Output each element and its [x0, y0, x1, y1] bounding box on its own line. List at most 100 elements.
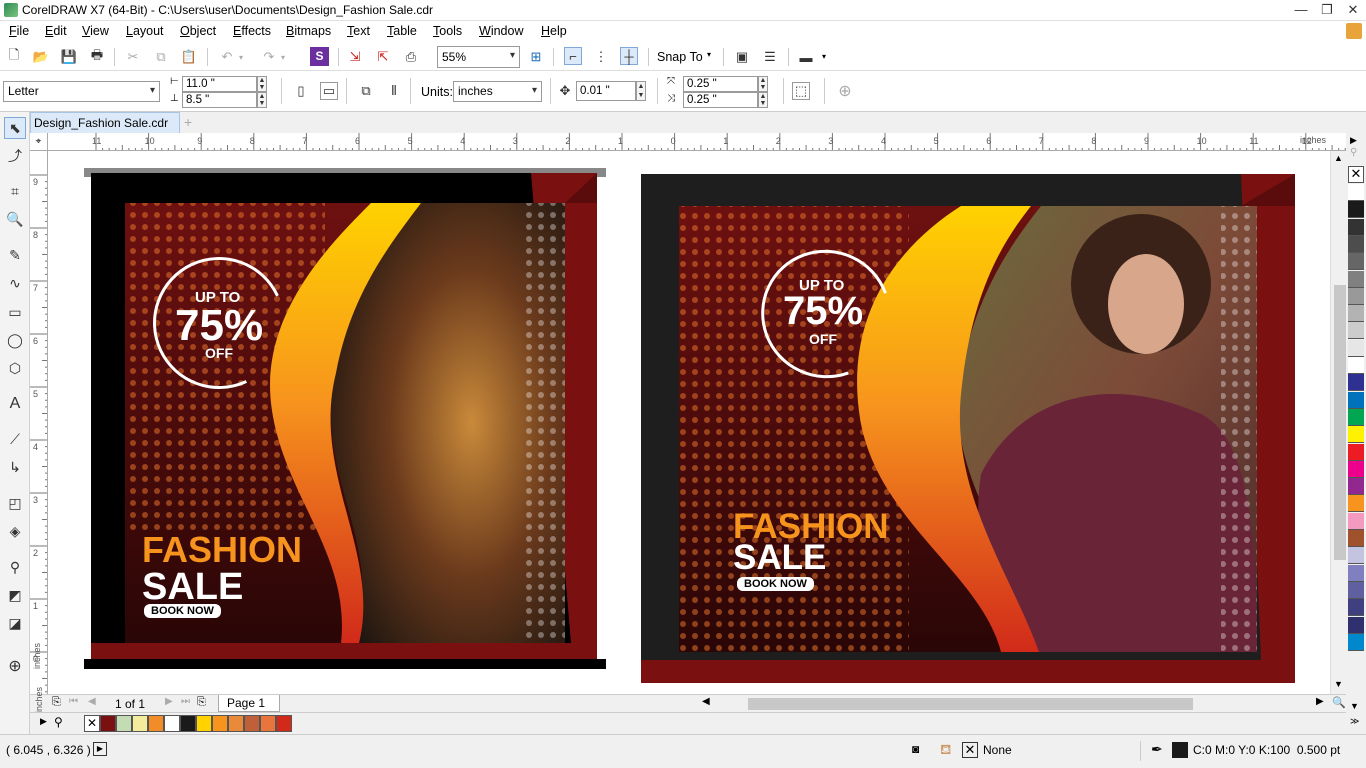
rectangle-tool-icon[interactable]: ▭ — [4, 301, 26, 323]
horizontal-ruler[interactable]: 11 10 9 8 7 6 5 4 3 2 1 0 1 2 3 4 5 6 7 8 9 10 11 12 inches — [30, 133, 1346, 151]
document-color-swatch[interactable] — [164, 715, 180, 732]
page-height-input[interactable]: 8.5 " — [182, 92, 257, 108]
scroll-left-icon[interactable]: ◀ — [702, 696, 710, 707]
palette-scroll-down-icon[interactable]: ▼ — [1350, 701, 1359, 711]
redo-dropdown-icon[interactable]: ▾ — [278, 48, 288, 66]
color-swatch[interactable] — [1348, 408, 1364, 426]
menu-edit[interactable]: Edit — [45, 24, 67, 38]
color-swatch[interactable] — [1348, 184, 1364, 201]
fashion-sale-design-landscape[interactable]: UP TO 75% OFF FASHION SALE BOOK NOW — [641, 174, 1295, 683]
outline-pen-icon[interactable]: ✒ — [1151, 741, 1163, 758]
transparency-tool-icon[interactable]: ◈ — [4, 520, 26, 542]
spin-buttons[interactable]: ▲ ▼ — [257, 76, 267, 92]
connector-tool-icon[interactable]: ↳ — [4, 456, 26, 478]
scrollbar-thumb[interactable] — [1334, 285, 1346, 560]
open-icon[interactable]: 📂 — [32, 48, 50, 66]
application-launcher-icon[interactable]: ▬ — [797, 48, 815, 66]
color-swatch[interactable] — [1348, 495, 1364, 513]
export-icon[interactable]: ⇱ — [374, 48, 392, 66]
palette-expand-icon[interactable]: ≫ — [1350, 716, 1359, 727]
page-width-input[interactable]: 11.0 " — [182, 76, 257, 92]
search-content-icon[interactable]: S — [310, 47, 329, 66]
menu-window[interactable]: Window — [479, 24, 523, 38]
document-color-swatch[interactable] — [100, 715, 116, 732]
welcome-screen-icon[interactable]: ▣ — [733, 48, 751, 66]
paper-size-combo[interactable]: Letter ▾ — [3, 81, 160, 102]
color-swatch[interactable] — [1348, 235, 1364, 253]
spin-buttons[interactable]: ▲ ▼ — [636, 81, 646, 101]
color-swatch[interactable] — [1348, 339, 1364, 357]
menu-layout[interactable]: Layout — [126, 24, 164, 38]
first-page-icon[interactable]: ⏮ — [69, 696, 78, 707]
text-tool-icon[interactable]: A — [4, 393, 26, 415]
next-page-icon[interactable]: ▶ — [165, 696, 173, 707]
parallel-dimension-icon[interactable]: ⟋ — [4, 428, 26, 450]
duplicate-distance-y-input[interactable]: 0.25 " — [683, 92, 758, 108]
menu-view[interactable]: View — [82, 24, 109, 38]
scroll-right-icon[interactable]: ▶ — [1316, 696, 1324, 707]
document-color-swatch[interactable] — [244, 715, 260, 732]
color-swatch[interactable] — [1348, 460, 1364, 478]
color-swatch[interactable] — [1348, 218, 1364, 236]
new-document-icon[interactable]: 🗋 — [5, 47, 23, 66]
show-guidelines-icon[interactable]: ┼ — [620, 47, 638, 65]
crop-tool-icon[interactable]: ⌗ — [4, 180, 26, 202]
color-swatch[interactable] — [1348, 478, 1364, 496]
menu-table[interactable]: Table — [387, 24, 417, 38]
color-swatch[interactable] — [1348, 564, 1364, 582]
fill-bucket-icon[interactable]: ⛾ — [940, 741, 951, 760]
landscape-icon[interactable]: ▭ — [320, 82, 338, 100]
color-swatch[interactable] — [1348, 426, 1364, 444]
undo-dropdown-icon[interactable]: ▾ — [236, 48, 246, 66]
paste-icon[interactable]: 📋 — [180, 48, 198, 66]
color-swatch[interactable] — [1348, 530, 1364, 547]
color-swatch[interactable] — [1348, 633, 1364, 651]
restore-button[interactable]: ❐ — [1314, 0, 1340, 21]
fashion-sale-design-square[interactable]: UP TO 75% OFF FASHION SALE BOOK NOW — [91, 173, 597, 659]
menu-tools[interactable]: Tools — [433, 24, 462, 38]
add-icon[interactable]: ⊕ — [836, 82, 854, 100]
color-swatch[interactable] — [1348, 374, 1364, 392]
color-swatch[interactable] — [1348, 512, 1364, 530]
menu-help[interactable]: Help — [541, 24, 567, 38]
color-swatch[interactable] — [1348, 391, 1364, 409]
scroll-up-icon[interactable]: ▲ — [1334, 153, 1343, 163]
snap-to-button[interactable]: Snap To — [657, 50, 703, 64]
nudge-distance-input[interactable]: 0.01 " — [576, 81, 636, 101]
scrollbar-thumb[interactable] — [748, 698, 1193, 710]
last-page-icon[interactable]: ⏭ — [181, 696, 190, 707]
color-swatch[interactable] — [1348, 287, 1364, 305]
document-color-swatch[interactable] — [132, 715, 148, 732]
document-color-swatch[interactable] — [260, 715, 276, 732]
zoom-to-page-icon[interactable]: ⊞ — [527, 48, 545, 66]
color-proof-icon[interactable]: ◙ — [912, 742, 919, 756]
spin-buttons[interactable]: ▲ ▼ — [758, 76, 768, 92]
spin-buttons[interactable]: ▲ ▼ — [257, 92, 267, 108]
menu-file[interactable]: File — [9, 24, 29, 38]
color-swatch[interactable] — [1348, 253, 1364, 271]
redo-icon[interactable]: ↷ — [260, 48, 278, 66]
spin-buttons[interactable]: ▲ ▼ — [758, 92, 768, 108]
cut-icon[interactable]: ✂ — [124, 48, 142, 66]
smart-fill-icon[interactable]: ◪ — [4, 612, 26, 634]
interactive-fill-icon[interactable]: ◩ — [4, 584, 26, 606]
units-combo[interactable]: inches ▾ — [453, 81, 542, 102]
shape-tool-icon[interactable]: ⤴ — [4, 145, 26, 167]
color-swatch[interactable] — [1348, 322, 1364, 340]
drop-shadow-icon[interactable]: ◰ — [4, 492, 26, 514]
ellipse-tool-icon[interactable]: ◯ — [4, 329, 26, 351]
document-color-swatch[interactable] — [212, 715, 228, 732]
document-color-swatch[interactable] — [180, 715, 196, 732]
document-color-swatch[interactable] — [228, 715, 244, 732]
ruler-origin-icon[interactable]: ⌖ — [30, 133, 48, 151]
menu-object[interactable]: Object — [180, 24, 216, 38]
palette-menu-icon[interactable]: ▶ — [40, 716, 47, 727]
duplicate-distance-x-input[interactable]: 0.25 " — [683, 76, 758, 92]
color-swatch[interactable] — [1348, 443, 1364, 461]
no-color-swatch[interactable]: ✕ — [1348, 166, 1364, 183]
save-icon[interactable]: 💾 — [60, 48, 78, 66]
color-swatch[interactable] — [1348, 547, 1364, 565]
current-page-icon[interactable]: ⫴ — [385, 82, 403, 100]
polygon-tool-icon[interactable]: ⬡ — [4, 357, 26, 379]
treat-as-filled-icon[interactable]: ⬚ — [792, 82, 810, 100]
